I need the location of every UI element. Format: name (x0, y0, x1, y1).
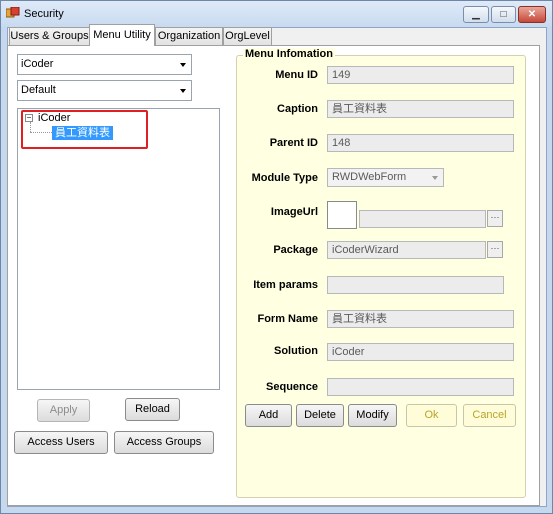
form-name-field[interactable]: 員工資料表 (327, 310, 514, 328)
minimize-button[interactable]: ▁ (463, 6, 489, 23)
solution-combo[interactable]: iCoder (17, 54, 192, 75)
tab-users-groups[interactable]: Users & Groups (9, 27, 90, 45)
reload-button[interactable]: Reload (125, 398, 180, 421)
image-url-field[interactable] (359, 210, 486, 228)
parent-id-field[interactable]: 148 (327, 134, 514, 152)
image-url-browse-button[interactable]: ··· (487, 210, 503, 227)
chevron-down-icon (180, 89, 186, 93)
access-users-button[interactable]: Access Users (14, 431, 108, 454)
package-browse-button[interactable]: ··· (487, 241, 503, 258)
sequence-field[interactable] (327, 378, 514, 396)
modify-button[interactable]: Modify (348, 404, 397, 427)
solution-combo-value: iCoder (21, 58, 54, 70)
form-name-label: Form Name (257, 313, 318, 325)
caption-label: Caption (277, 103, 318, 115)
parent-id-label: Parent ID (269, 137, 318, 149)
window-title: Security (24, 8, 64, 20)
solution-field[interactable]: iCoder (327, 343, 514, 361)
module-type-select[interactable]: RWDWebForm (327, 168, 444, 187)
menu-tree[interactable] (17, 108, 220, 390)
chevron-down-icon (180, 63, 186, 67)
menu-id-field[interactable]: 149 (327, 66, 514, 84)
add-button[interactable]: Add (245, 404, 292, 427)
app-icon (6, 7, 20, 18)
tab-menu-utility[interactable]: Menu Utility (89, 24, 155, 46)
chevron-down-icon (432, 176, 438, 180)
item-params-field[interactable] (327, 276, 504, 294)
menu-info-title: Menu Infomation (243, 48, 335, 60)
ok-button[interactable]: Ok (406, 404, 457, 427)
menu-group-combo-value: Default (21, 84, 56, 96)
package-field[interactable]: iCoderWizard (327, 241, 486, 259)
package-label: Package (273, 244, 318, 256)
image-url-label: ImageUrl (270, 206, 318, 218)
caption-field[interactable]: 員工資料表 (327, 100, 514, 118)
delete-button[interactable]: Delete (296, 404, 344, 427)
module-type-label: Module Type (251, 172, 318, 184)
tab-organization[interactable]: Organization (155, 27, 223, 45)
close-button[interactable]: ✕ (518, 6, 546, 23)
access-groups-button[interactable]: Access Groups (114, 431, 214, 454)
module-type-value: RWDWebForm (332, 171, 407, 183)
cancel-button[interactable]: Cancel (463, 404, 516, 427)
highlight-box (21, 110, 148, 149)
maximize-button[interactable]: □ (491, 6, 516, 23)
tab-orglevel[interactable]: OrgLevel (223, 27, 272, 45)
solution-label: Solution (274, 345, 318, 357)
sequence-label: Sequence (266, 381, 318, 393)
menu-group-combo[interactable]: Default (17, 80, 192, 101)
image-preview[interactable] (327, 201, 357, 229)
apply-button[interactable]: Apply (37, 399, 90, 422)
item-params-label: Item params (253, 279, 318, 291)
menu-id-label: Menu ID (275, 69, 318, 81)
